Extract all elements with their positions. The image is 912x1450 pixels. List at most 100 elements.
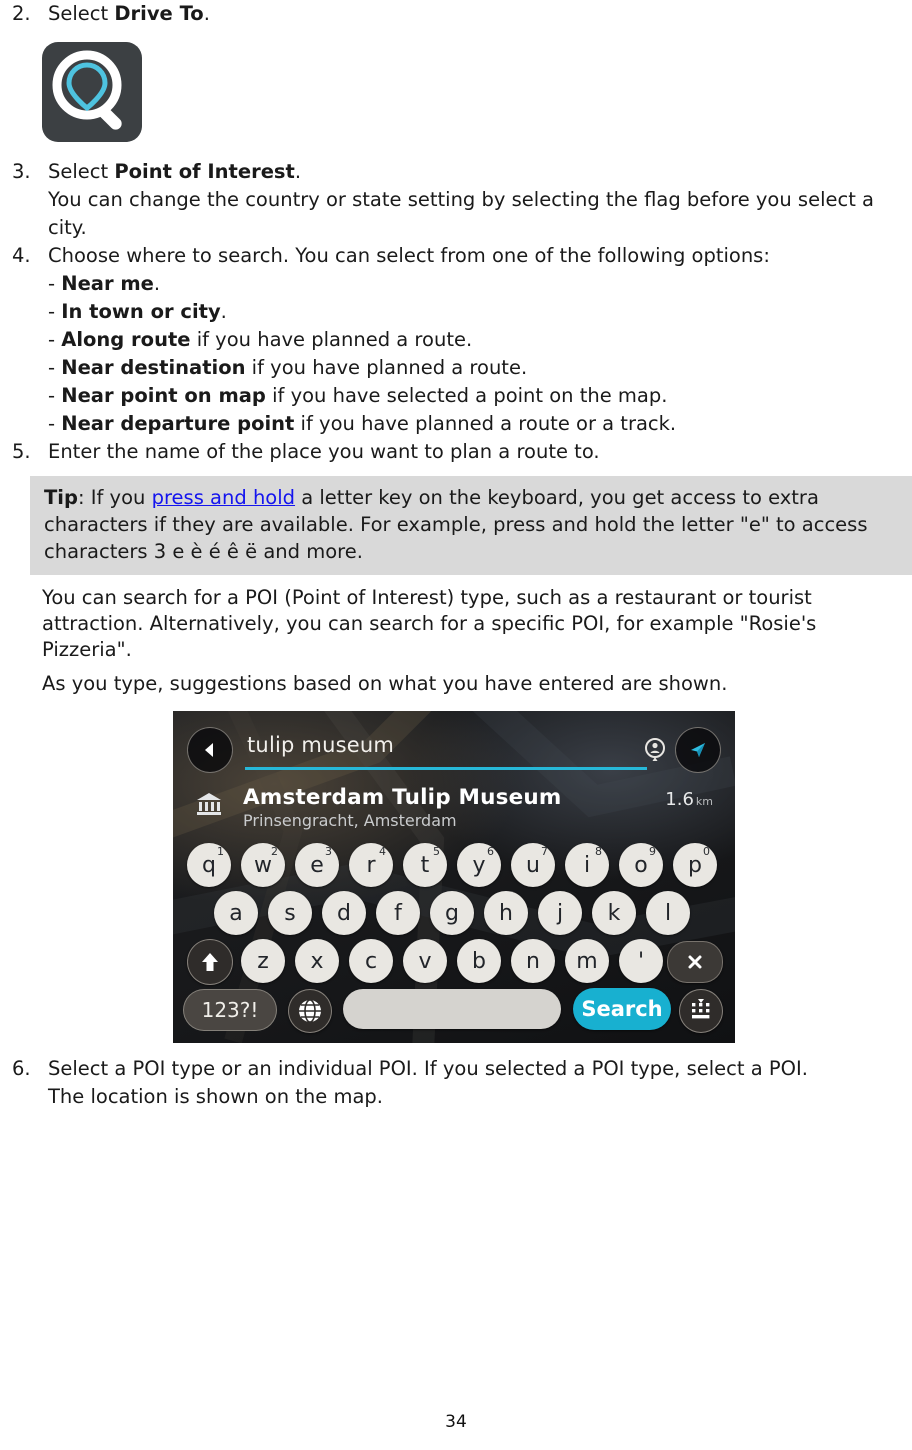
key-superscript: 0 bbox=[703, 845, 710, 858]
suggestion-row[interactable]: Amsterdam Tulip Museum Prinsengracht, Am… bbox=[173, 785, 735, 839]
option-in-town-or-city: - In town or city. bbox=[48, 298, 904, 326]
key-z[interactable]: z bbox=[241, 939, 285, 983]
keyboard-row-3: z x c v b n m ' bbox=[173, 939, 735, 987]
step-3-prefix: Select bbox=[48, 160, 115, 183]
option-dash: - bbox=[48, 412, 62, 435]
close-x-icon bbox=[688, 955, 702, 969]
option-label: Along route bbox=[61, 328, 191, 351]
key-m[interactable]: m bbox=[565, 939, 609, 983]
key-t[interactable]: t5 bbox=[403, 843, 447, 887]
step-5-number: 5. bbox=[12, 440, 31, 463]
hide-keyboard-key[interactable] bbox=[679, 989, 723, 1033]
key-h[interactable]: h bbox=[484, 891, 528, 935]
on-screen-keyboard: q1 w2 e3 r4 t5 y6 u7 i8 o9 p0 a s d f g … bbox=[173, 843, 735, 1033]
key-label: w bbox=[254, 852, 272, 878]
suggestion-title: Amsterdam Tulip Museum bbox=[243, 785, 562, 810]
key-d[interactable]: d bbox=[322, 891, 366, 935]
current-location-button[interactable] bbox=[675, 727, 721, 773]
backspace-key[interactable] bbox=[667, 941, 723, 983]
tip-box: Tip: If you press and hold a letter key … bbox=[30, 476, 912, 575]
drive-to-icon-block bbox=[42, 42, 904, 142]
option-near-me: - Near me. bbox=[48, 270, 904, 298]
key-label: e bbox=[310, 852, 324, 878]
museum-building-icon bbox=[197, 793, 221, 815]
navigation-arrow-icon bbox=[691, 743, 705, 757]
step-3-suffix: . bbox=[294, 160, 302, 183]
distance-unit: km bbox=[695, 795, 713, 808]
step-6-text: Select a POI type or an individual POI. … bbox=[48, 1057, 808, 1080]
magnifier-pin-icon bbox=[52, 50, 122, 130]
poi-search-paragraph: You can search for a POI (Point of Inter… bbox=[42, 586, 817, 661]
step-4-text: Choose where to search. You can select f… bbox=[48, 244, 770, 267]
key-superscript: 5 bbox=[433, 845, 440, 858]
key-a[interactable]: a bbox=[214, 891, 258, 935]
press-and-hold-link[interactable]: press and hold bbox=[152, 486, 295, 509]
keyboard-row-1: q1 w2 e3 r4 t5 y6 u7 i8 o9 p0 bbox=[173, 843, 735, 891]
suggestion-subtitle: Prinsengracht, Amsterdam bbox=[243, 811, 457, 830]
search-input-underline bbox=[245, 767, 647, 770]
option-dash: - bbox=[48, 328, 62, 351]
option-along-route: - Along route if you have planned a rout… bbox=[48, 326, 904, 354]
option-dash: - bbox=[48, 384, 62, 407]
device-search-bar: tulip museum bbox=[173, 721, 735, 777]
back-arrow-icon bbox=[205, 743, 213, 757]
option-label: In town or city bbox=[61, 300, 221, 323]
language-key[interactable] bbox=[288, 989, 332, 1033]
key-e[interactable]: e3 bbox=[295, 843, 339, 887]
key-p[interactable]: p0 bbox=[673, 843, 717, 887]
key-label: y bbox=[472, 852, 486, 878]
search-input[interactable]: tulip museum bbox=[247, 733, 394, 757]
step-2-text: Select Drive To. bbox=[48, 0, 904, 28]
numeric-symbols-key[interactable]: 123?! bbox=[183, 989, 277, 1031]
key-n[interactable]: n bbox=[511, 939, 555, 983]
option-rest: if you have planned a route. bbox=[190, 328, 473, 351]
step-6-number: 6. bbox=[12, 1057, 31, 1080]
option-rest: if you have planned a route. bbox=[245, 356, 528, 379]
key-g[interactable]: g bbox=[430, 891, 474, 935]
key-s[interactable]: s bbox=[268, 891, 312, 935]
step-5-text: Enter the name of the place you want to … bbox=[48, 440, 600, 463]
option-rest: . bbox=[153, 272, 161, 295]
voice-search-icon[interactable] bbox=[643, 737, 667, 763]
step-5: 5. Enter the name of the place you want … bbox=[4, 438, 904, 466]
key-f[interactable]: f bbox=[376, 891, 420, 935]
step-2-number: 2. bbox=[12, 2, 31, 25]
tip-colon: : bbox=[77, 486, 91, 509]
back-button[interactable] bbox=[187, 727, 233, 773]
key-k[interactable]: k bbox=[592, 891, 636, 935]
suggestion-distance: 1.6 km bbox=[665, 789, 713, 810]
key-q[interactable]: q1 bbox=[187, 843, 231, 887]
device-screenshot: tulip museum Amsterdam Tulip Museum Prin… bbox=[173, 711, 735, 1043]
step-2-suffix: . bbox=[203, 2, 210, 25]
shift-arrow-icon bbox=[202, 953, 218, 971]
key-w[interactable]: w2 bbox=[241, 843, 285, 887]
step-2-bold: Drive To bbox=[114, 2, 204, 25]
key-u[interactable]: u7 bbox=[511, 843, 555, 887]
key-label: o bbox=[634, 852, 648, 878]
museum-icon bbox=[195, 791, 223, 817]
key-c[interactable]: c bbox=[349, 939, 393, 983]
step-6-note: The location is shown on the map. bbox=[48, 1085, 383, 1108]
key-l[interactable]: l bbox=[646, 891, 690, 935]
key-y[interactable]: y6 bbox=[457, 843, 501, 887]
shift-key[interactable] bbox=[187, 939, 233, 985]
key-j[interactable]: j bbox=[538, 891, 582, 935]
drive-to-icon bbox=[42, 42, 142, 142]
step-6: 6. Select a POI type or an individual PO… bbox=[4, 1055, 904, 1083]
tip-label: Tip bbox=[44, 486, 78, 509]
key-i[interactable]: i8 bbox=[565, 843, 609, 887]
search-key[interactable]: Search bbox=[573, 988, 671, 1030]
key-label: i bbox=[583, 852, 591, 878]
keyboard-row-4: 123?! Search bbox=[173, 987, 735, 1033]
space-key[interactable] bbox=[343, 989, 561, 1029]
keyboard-down-icon bbox=[692, 999, 710, 1019]
key-apostrophe[interactable]: ' bbox=[619, 939, 663, 983]
key-x[interactable]: x bbox=[295, 939, 339, 983]
key-b[interactable]: b bbox=[457, 939, 501, 983]
key-r[interactable]: r4 bbox=[349, 843, 393, 887]
key-o[interactable]: o9 bbox=[619, 843, 663, 887]
key-v[interactable]: v bbox=[403, 939, 447, 983]
key-label: r bbox=[366, 852, 376, 878]
option-rest: if you have selected a point on the map. bbox=[265, 384, 668, 407]
search-options-list: - Near me. - In town or city. - Along ro… bbox=[48, 270, 904, 438]
